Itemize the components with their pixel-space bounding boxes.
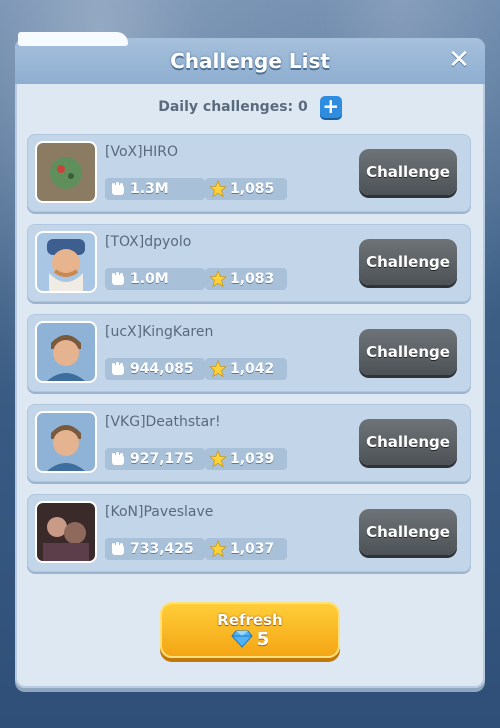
bearded-hat-avatar-icon: [37, 233, 95, 291]
list-item: [ucX]KingKaren 944,085 1,042 Challenge: [27, 314, 471, 392]
power-stat: 927,175: [105, 448, 205, 470]
photo-avatar-icon: [37, 503, 95, 561]
daily-challenges-bar: Daily challenges: 0 +: [15, 96, 485, 118]
challenge-button[interactable]: Challenge: [359, 149, 457, 195]
hero-avatar-icon: [37, 413, 95, 471]
avatar: [35, 411, 97, 473]
gem-icon: [231, 630, 253, 648]
list-item: [TOX]dpyolo 1.0M 1,083 Challenge: [27, 224, 471, 302]
power-stat: 1.0M: [105, 268, 205, 290]
fist-icon: [112, 452, 124, 465]
refresh-label: Refresh: [217, 610, 283, 629]
star-icon: [209, 540, 227, 558]
power-value: 927,175: [130, 451, 194, 467]
avatar: [35, 141, 97, 203]
list-item: [KoN]Paveslave 733,425 1,037 Challenge: [27, 494, 471, 572]
challenge-button[interactable]: Challenge: [359, 509, 457, 555]
player-name: [ucX]KingKaren: [105, 324, 214, 340]
player-name: [VKG]Deathstar!: [105, 414, 221, 430]
refresh-button[interactable]: Refresh 5: [160, 602, 340, 658]
challenge-button[interactable]: Challenge: [359, 419, 457, 465]
refresh-cost-value: 5: [256, 628, 270, 650]
star-icon: [209, 270, 227, 288]
list-item: [VKG]Deathstar! 927,175 1,039 Challenge: [27, 404, 471, 482]
trophy-value: 1,083: [230, 271, 275, 287]
daily-challenges-label: Daily challenges: 0: [158, 99, 308, 115]
avatar: [35, 231, 97, 293]
power-stat: 944,085: [105, 358, 205, 380]
trophy-stat: 1,037: [205, 538, 287, 560]
close-icon[interactable]: ✕: [445, 46, 473, 74]
fist-icon: [112, 362, 124, 375]
green-creature-avatar-icon: [37, 143, 95, 201]
star-icon: [209, 180, 227, 198]
power-stat: 1.3M: [105, 178, 205, 200]
snow-decoration: [18, 32, 128, 46]
challenge-button[interactable]: Challenge: [359, 329, 457, 375]
fist-icon: [112, 182, 124, 195]
avatar: [35, 501, 97, 563]
trophy-stat: 1,085: [205, 178, 287, 200]
refresh-cost: 5: [231, 628, 270, 650]
power-stat: 733,425: [105, 538, 205, 560]
trophy-value: 1,037: [230, 541, 275, 557]
fist-icon: [112, 272, 124, 285]
hero-avatar-icon: [37, 323, 95, 381]
list-item: [VoX]HIRO 1.3M 1,085 Challenge: [27, 134, 471, 212]
trophy-value: 1,042: [230, 361, 275, 377]
avatar: [35, 321, 97, 383]
challenge-list-panel: Challenge List ✕ Daily challenges: 0 + […: [15, 38, 485, 688]
star-icon: [209, 450, 227, 468]
page-title: Challenge List: [170, 49, 330, 73]
trophy-value: 1,039: [230, 451, 275, 467]
power-value: 944,085: [130, 361, 194, 377]
player-name: [VoX]HIRO: [105, 144, 178, 160]
trophy-stat: 1,042: [205, 358, 287, 380]
trophy-value: 1,085: [230, 181, 275, 197]
power-value: 733,425: [130, 541, 194, 557]
player-name: [KoN]Paveslave: [105, 504, 214, 520]
power-value: 1.0M: [130, 271, 169, 287]
trophy-stat: 1,039: [205, 448, 287, 470]
trophy-stat: 1,083: [205, 268, 287, 290]
power-value: 1.3M: [130, 181, 169, 197]
player-name: [TOX]dpyolo: [105, 234, 192, 250]
challenge-list: [VoX]HIRO 1.3M 1,085 Challenge [TOX]dpyo…: [27, 134, 471, 584]
fist-icon: [112, 542, 124, 555]
plus-icon[interactable]: +: [319, 96, 342, 118]
challenge-button[interactable]: Challenge: [359, 239, 457, 285]
star-icon: [209, 360, 227, 378]
